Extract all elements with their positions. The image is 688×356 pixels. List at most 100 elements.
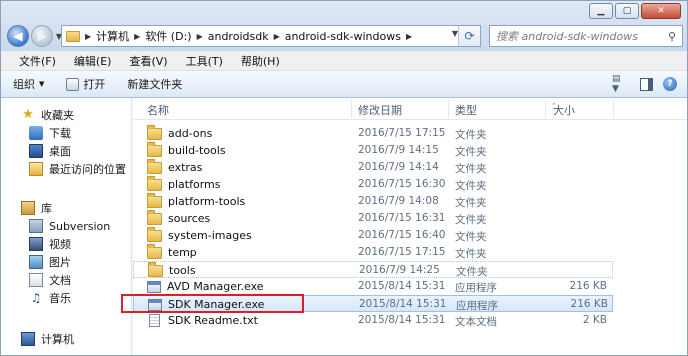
- nav-item-documents[interactable]: 文档: [29, 271, 71, 289]
- breadcrumb-androidsdk[interactable]: androidsdk: [208, 30, 269, 43]
- file-row[interactable]: AVD Manager.exe 2015/8/14 15:31 应用程序 216…: [133, 278, 613, 295]
- file-type: 文件夹: [455, 146, 487, 158]
- file-row[interactable]: SDK Readme.txt 2015/8/14 15:31 文本文档 2 KB: [133, 312, 613, 329]
- nav-item-music[interactable]: ♫ 音乐: [29, 289, 71, 307]
- column-divider[interactable]: [613, 100, 614, 118]
- file-row[interactable]: temp 2016/7/15 17:15 文件夹: [133, 243, 613, 261]
- chevron-right-icon[interactable]: ▶: [274, 32, 280, 41]
- title-bar: ▁ ▢ ✕ ◀ ▶ ▼ ▶ 计算机 ▶ 软件 (D:) ▶ androidsdk…: [1, 1, 687, 51]
- column-date[interactable]: 修改日期: [358, 102, 402, 118]
- file-size: 216 KB: [570, 298, 608, 310]
- nav-item-subversion[interactable]: Subversion: [29, 217, 110, 235]
- nav-item-videos[interactable]: 视频: [29, 235, 71, 253]
- nav-item-downloads[interactable]: 下载: [29, 124, 71, 142]
- video-icon: [29, 237, 43, 251]
- breadcrumb-computer[interactable]: 计算机: [96, 28, 129, 44]
- help-icon[interactable]: ?: [663, 77, 677, 91]
- change-view-icon[interactable]: ▤ ▼: [612, 74, 630, 94]
- downloads-icon: [29, 126, 43, 140]
- nav-computer[interactable]: 计算机: [21, 330, 74, 348]
- preview-pane-icon[interactable]: [640, 77, 653, 91]
- close-button[interactable]: ✕: [641, 3, 681, 19]
- chevron-down-icon: ▼: [39, 80, 45, 88]
- menu-tools[interactable]: 工具(T): [177, 53, 232, 69]
- file-row[interactable]: extras 2016/7/9 14:14 文件夹: [133, 158, 613, 176]
- chevron-right-icon[interactable]: ▶: [134, 32, 140, 41]
- file-row[interactable]: sources 2016/7/15 16:31 文件夹: [133, 209, 613, 227]
- file-name: extras: [168, 161, 203, 174]
- file-row[interactable]: build-tools 2016/7/9 14:15 文件夹: [133, 141, 613, 159]
- back-button[interactable]: ◀: [7, 25, 29, 47]
- nav-favorites[interactable]: ★ 收藏夹: [21, 106, 74, 124]
- column-divider[interactable]: [351, 100, 352, 118]
- file-type: 文本文档: [455, 316, 497, 328]
- chevron-right-icon[interactable]: ▶: [85, 32, 91, 41]
- file-name: platforms: [168, 178, 221, 191]
- desktop-icon: [29, 144, 43, 158]
- search-box[interactable]: 搜索 android-sdk-windows ⚲: [489, 25, 683, 47]
- file-row[interactable]: platforms 2016/7/15 16:30 文件夹: [133, 175, 613, 193]
- file-type: 文件夹: [455, 129, 487, 141]
- menu-help[interactable]: 帮助(H): [232, 53, 289, 69]
- file-row[interactable]: tools 2016/7/9 14:25 文件夹: [133, 261, 613, 278]
- column-size[interactable]: 大小: [553, 102, 575, 118]
- file-name: platform-tools: [168, 195, 246, 208]
- breadcrumb-drive-d[interactable]: 软件 (D:): [145, 28, 191, 44]
- nav-item-desktop[interactable]: 桌面: [29, 142, 71, 160]
- file-type: 文件夹: [455, 214, 487, 226]
- address-bar[interactable]: ▶ 计算机 ▶ 软件 (D:) ▶ androidsdk ▶ android-s…: [61, 25, 481, 47]
- explorer-window: ▁ ▢ ✕ ◀ ▶ ▼ ▶ 计算机 ▶ 软件 (D:) ▶ androidsdk…: [0, 0, 688, 356]
- file-date: 2016/7/15 17:15: [358, 127, 446, 139]
- column-header: ⌃ 名称 修改日期 类型 大小: [133, 98, 687, 120]
- open-button[interactable]: 打开: [66, 76, 105, 92]
- file-date: 2016/7/9 14:15: [358, 144, 439, 156]
- organize-button[interactable]: 组织 ▼: [13, 76, 44, 92]
- pictures-icon: [29, 255, 43, 269]
- file-name: build-tools: [168, 144, 226, 157]
- search-placeholder[interactable]: 搜索 android-sdk-windows: [496, 28, 662, 44]
- menu-bar: 文件(F) 编辑(E) 查看(V) 工具(T) 帮助(H): [1, 51, 687, 71]
- new-folder-button[interactable]: 新建文件夹: [127, 76, 182, 92]
- file-type: 文件夹: [455, 231, 487, 243]
- refresh-icon[interactable]: ⟳: [458, 26, 480, 46]
- chevron-right-icon[interactable]: ▶: [406, 32, 412, 41]
- text-document-icon: [149, 314, 160, 327]
- menu-file[interactable]: 文件(F): [9, 53, 65, 69]
- library-icon: [21, 201, 35, 215]
- search-icon[interactable]: ⚲: [662, 30, 682, 43]
- nav-libraries[interactable]: 库: [21, 199, 52, 217]
- column-name[interactable]: 名称: [147, 102, 169, 118]
- music-icon: ♫: [30, 291, 42, 305]
- application-icon: [147, 280, 161, 293]
- minimize-button[interactable]: ▁: [589, 3, 613, 19]
- file-date: 2016/7/15 16:30: [358, 178, 446, 190]
- file-type: 文件夹: [456, 266, 488, 278]
- nav-item-pictures[interactable]: 图片: [29, 253, 71, 271]
- chevron-right-icon[interactable]: ▶: [197, 32, 203, 41]
- file-name: SDK Readme.txt: [168, 314, 258, 327]
- file-type: 应用程序: [456, 300, 498, 312]
- nav-item-label: Subversion: [49, 219, 111, 233]
- forward-button[interactable]: ▶: [31, 25, 53, 47]
- file-row[interactable]: platform-tools 2016/7/9 14:08 文件夹: [133, 192, 613, 210]
- menu-edit[interactable]: 编辑(E): [65, 53, 121, 69]
- column-type[interactable]: 类型: [455, 102, 477, 118]
- nav-item-recent[interactable]: 最近访问的位置: [29, 160, 126, 178]
- column-divider[interactable]: [545, 100, 546, 118]
- file-name: sources: [168, 212, 211, 225]
- folder-icon: [147, 243, 162, 259]
- menu-view[interactable]: 查看(V): [120, 53, 176, 69]
- breadcrumb-android-sdk-windows[interactable]: android-sdk-windows: [285, 30, 401, 43]
- maximize-button[interactable]: ▢: [615, 3, 639, 19]
- file-row[interactable]: system-images 2016/7/15 16:40 文件夹: [133, 226, 613, 244]
- nav-item-label: 视频: [49, 238, 71, 251]
- nav-libraries-label: 库: [41, 202, 52, 215]
- file-row[interactable]: add-ons 2016/7/15 17:15 文件夹: [133, 124, 613, 142]
- star-icon: ★: [22, 107, 34, 122]
- column-divider[interactable]: [448, 100, 449, 118]
- file-name: temp: [168, 246, 197, 259]
- caption-buttons: ▁ ▢ ✕: [589, 3, 681, 19]
- file-size: 216 KB: [569, 280, 607, 292]
- command-bar: 组织 ▼ 打开 新建文件夹 ▤ ▼ ?: [1, 71, 687, 98]
- file-date: 2016/7/15 16:40: [358, 229, 446, 241]
